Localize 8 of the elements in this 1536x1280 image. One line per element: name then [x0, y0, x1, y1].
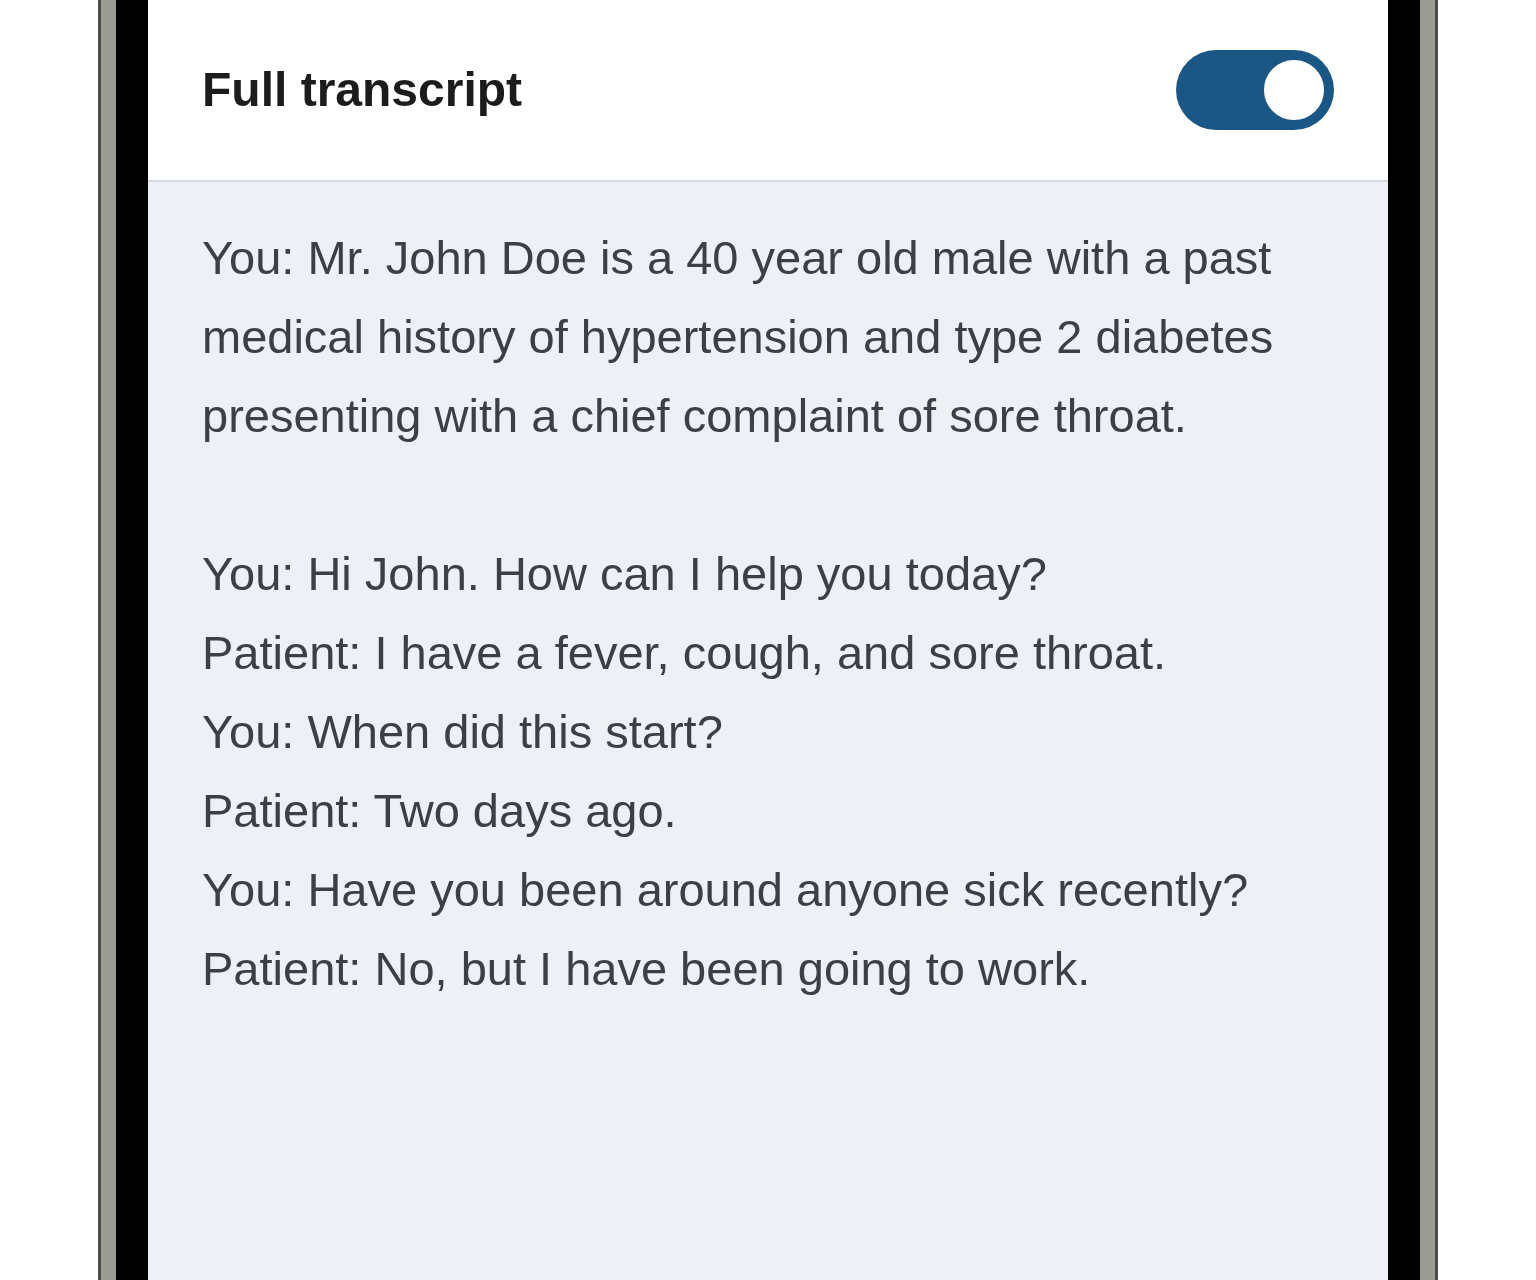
transcript-line: Patient: Two days ago. — [202, 783, 678, 839]
transcript-line: Patient: No, but I have been going to work. — [202, 941, 1092, 997]
section-title: Full transcript — [202, 62, 523, 118]
transcript-line: You: Mr. John Doe is a 40 year old male with a past medical history of hypertension and type 2 diabetes presenting with a chief complaint of sore throat. — [202, 230, 1275, 444]
transcript-line: You: When did this start? — [202, 704, 724, 760]
transcript-line: You: Hi John. How can I help you today? — [202, 546, 1048, 602]
transcript-line: Patient: I have a fever, cough, and sore throat. — [202, 625, 1168, 681]
transcript-line: You: Have you been around anyone sick recently? — [202, 862, 1250, 918]
